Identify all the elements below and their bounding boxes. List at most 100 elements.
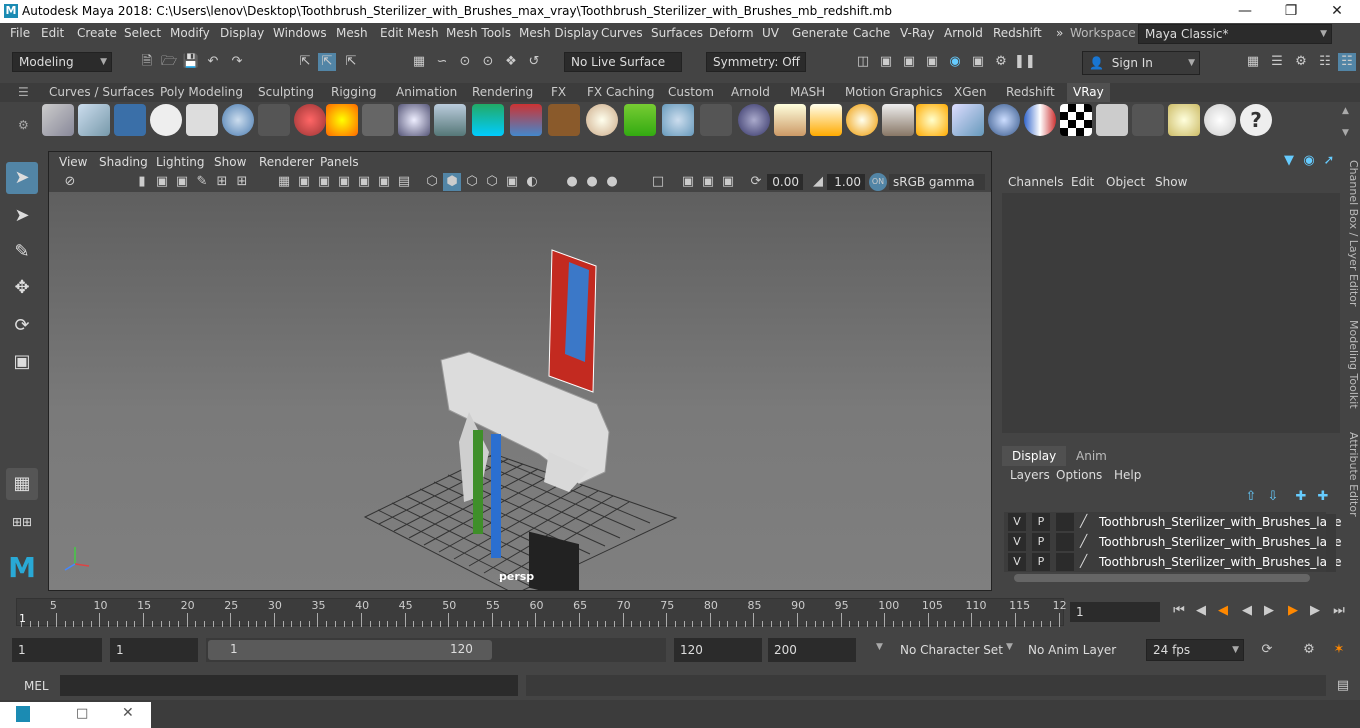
maximize-button[interactable]: ❐	[1268, 0, 1314, 23]
render-settings-icon[interactable]: ▣	[923, 53, 941, 71]
cb-menu-show[interactable]: Show	[1155, 175, 1187, 189]
close-button[interactable]: ✕	[1314, 0, 1360, 23]
chevron-down-icon[interactable]: ▼	[876, 642, 883, 652]
layer-playback-toggle[interactable]: P	[1032, 513, 1050, 531]
viewport-menu-lighting[interactable]: Lighting	[156, 155, 205, 169]
hud-icon[interactable]: ▤	[395, 173, 413, 191]
gamma-field[interactable]: 1.00	[827, 174, 865, 190]
new-layer-icon[interactable]: ✚	[1292, 488, 1310, 506]
vray-omni-icon[interactable]	[846, 104, 878, 136]
layer-visibility-toggle[interactable]: V	[1008, 553, 1026, 571]
tab-fx-caching[interactable]: FX Caching	[587, 85, 654, 99]
minimize-button[interactable]: —	[1222, 0, 1268, 23]
tab-vray[interactable]: VRay	[1067, 83, 1110, 102]
vray-material-icon[interactable]	[294, 104, 326, 136]
layer-menu-options[interactable]: Options	[1056, 468, 1102, 482]
menu-display[interactable]: Display	[220, 26, 264, 40]
vray-image-icon[interactable]	[1096, 104, 1128, 136]
menu-mesh-tools[interactable]: Mesh Tools	[446, 26, 511, 40]
textured-icon[interactable]: ⬡	[483, 173, 501, 191]
vray-mesh-light-icon[interactable]	[988, 104, 1020, 136]
motion-blur-icon[interactable]: ●	[583, 173, 601, 191]
menu-create[interactable]: Create	[77, 26, 117, 40]
grid-toggle-icon[interactable]: ⊞	[213, 173, 231, 191]
menu-edit-mesh[interactable]: Edit Mesh	[380, 26, 439, 40]
chevron-down-icon[interactable]: ▼	[1006, 642, 1013, 652]
layer-color-icon[interactable]: ╱	[1080, 534, 1087, 548]
cb-menu-channels[interactable]: Channels	[1008, 175, 1064, 189]
play-backwards-icon[interactable]: ◀	[1238, 602, 1256, 620]
pause-icon[interactable]: ❚❚	[1014, 53, 1036, 71]
color-management-icon[interactable]: ON	[869, 173, 887, 191]
field-chart-icon[interactable]: ▣	[295, 173, 313, 191]
grid-icon[interactable]: ▦	[275, 173, 293, 191]
tab-mash[interactable]: MASH	[790, 85, 825, 99]
tab-poly-modeling[interactable]: Poly Modeling	[160, 85, 243, 99]
move-tool-icon[interactable]: ✥	[6, 272, 38, 304]
vray-spot-icon[interactable]	[810, 104, 842, 136]
layer-hscrollbar[interactable]	[1014, 574, 1310, 582]
vray-sphere-light-icon[interactable]	[398, 104, 430, 136]
viewport-menu-renderer[interactable]: Renderer	[259, 155, 314, 169]
menu-file[interactable]: File	[10, 26, 30, 40]
end-time-field[interactable]: 200	[768, 638, 856, 662]
vray-help-icon[interactable]: ?	[1240, 104, 1272, 136]
tab-sculpting[interactable]: Sculpting	[258, 85, 314, 99]
go-to-end-icon[interactable]: ⏭	[1330, 602, 1348, 620]
viewport-menu-view[interactable]: View	[59, 155, 87, 169]
vray-checker-icon[interactable]	[1060, 104, 1092, 136]
gate-mask-icon[interactable]: ▣	[375, 173, 393, 191]
vray-camera-icon[interactable]	[258, 104, 290, 136]
tab-arnold[interactable]: Arnold	[731, 85, 770, 99]
loop-icon[interactable]: ⟳	[1258, 641, 1276, 659]
character-set-dropdown[interactable]: No Character Set	[900, 643, 1003, 657]
tab-xgen[interactable]: XGen	[954, 85, 987, 99]
render-globals-icon[interactable]: ▣	[969, 53, 987, 71]
channel-box-icon[interactable]: ☷	[1316, 53, 1334, 71]
scale-tool-icon[interactable]: ▣	[6, 346, 38, 378]
render-frame-icon[interactable]: ◫	[854, 53, 872, 71]
vray-scene-icon[interactable]	[186, 104, 218, 136]
minimized-window[interactable]: □ ✕	[0, 702, 151, 728]
menu-windows[interactable]: Windows	[273, 26, 327, 40]
vray-sun-icon[interactable]	[916, 104, 948, 136]
start-time-field[interactable]: 1	[12, 638, 102, 662]
command-input[interactable]	[60, 675, 518, 696]
paint-select-tool-icon[interactable]: ✎	[6, 236, 38, 268]
go-to-start-icon[interactable]: ⏮	[1170, 602, 1188, 620]
layer-type-toggle[interactable]	[1056, 533, 1074, 551]
tab-channel-box-layer-editor[interactable]: Channel Box / Layer Editor	[1342, 160, 1360, 307]
use-lights-icon[interactable]: ▣	[503, 173, 521, 191]
anti-aliasing-icon[interactable]: ●	[603, 173, 621, 191]
tool-settings-icon[interactable]: ⚙	[1292, 53, 1310, 71]
vray-bulb-icon[interactable]	[1168, 104, 1200, 136]
step-back-key-icon[interactable]: ◀	[1192, 602, 1210, 620]
tab-redshift[interactable]: Redshift	[1006, 85, 1055, 99]
tab-animation[interactable]: Animation	[396, 85, 457, 99]
shadows-icon[interactable]: ◐	[523, 173, 541, 191]
vray-env-fog-icon[interactable]	[472, 104, 504, 136]
grease-pencil-icon[interactable]: ✎	[193, 173, 211, 191]
tab-curves-surfaces[interactable]: Curves / Surfaces	[49, 85, 154, 99]
snap-surface-icon[interactable]: ❖	[502, 53, 520, 71]
menu-mesh[interactable]: Mesh	[336, 26, 368, 40]
animation-prefs-icon[interactable]: ✶	[1330, 641, 1348, 659]
safe-title-icon[interactable]: ▣	[335, 173, 353, 191]
viewport-menu-show[interactable]: Show	[214, 155, 246, 169]
vray-particles-icon[interactable]	[662, 104, 694, 136]
four-view-icon[interactable]: ⊞⊞	[6, 506, 38, 538]
tab-display[interactable]: Display	[1002, 446, 1067, 466]
gamma-icon[interactable]: ◢	[809, 173, 827, 191]
current-frame-field[interactable]: 1	[1070, 602, 1160, 622]
viewport-canvas[interactable]: persp	[49, 192, 991, 590]
layer-row[interactable]: V P ╱ Toothbrush_Sterilizer_with_Brushes…	[1004, 532, 1360, 552]
redo-icon[interactable]: ↷	[228, 53, 246, 71]
vray-fire-icon[interactable]	[326, 104, 358, 136]
auto-key-icon[interactable]: ⚙	[1300, 641, 1318, 659]
range-track[interactable]: 1 120	[206, 638, 666, 662]
snap-vertex-icon[interactable]: ↺	[525, 53, 543, 71]
play-forwards-icon[interactable]: ▶	[1260, 602, 1278, 620]
safe-action-icon[interactable]: ▣	[315, 173, 333, 191]
layer-scrollbar[interactable]	[1326, 514, 1336, 572]
menu-surfaces[interactable]: Surfaces	[651, 26, 703, 40]
